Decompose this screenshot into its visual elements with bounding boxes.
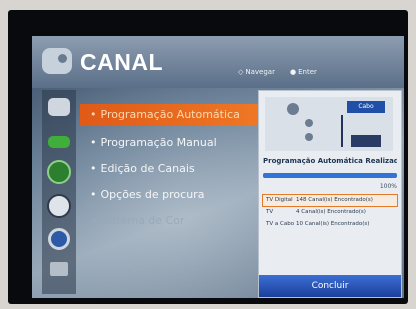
- bullet: •: [90, 188, 97, 201]
- menu-item-label: Opções de procura: [100, 188, 205, 201]
- bullet: •: [90, 214, 97, 227]
- tuning-status: Programação Automática Realizada.: [263, 157, 397, 165]
- enter-hint: ● Enter: [290, 68, 317, 76]
- bullet: •: [90, 136, 97, 149]
- result-source: TV Digital: [266, 197, 293, 203]
- navigate-icon: ◇: [238, 68, 244, 76]
- audio-icon[interactable]: [48, 136, 70, 148]
- options-icon[interactable]: [48, 228, 70, 250]
- menu-item-channel-edit[interactable]: • Edição de Canais: [80, 158, 276, 180]
- result-source: TV a Cabo: [266, 221, 295, 227]
- picture-icon[interactable]: [48, 98, 70, 116]
- cable-box-icon: [351, 135, 381, 147]
- antenna-connection-diagram: Cabo: [265, 97, 393, 151]
- navigate-hint: ◇ Navegar: [238, 68, 275, 76]
- satellite-icon: [42, 48, 72, 74]
- result-text: 10 Canal(is) Encontrado(s): [296, 221, 370, 227]
- settings-sidebar: [42, 90, 76, 294]
- progress-fill: [263, 173, 397, 178]
- antenna-icon: [287, 103, 299, 115]
- menu-item-label: Programação Manual: [100, 136, 217, 149]
- menu-item-label: Programação Automática: [100, 108, 240, 121]
- result-text: 4 Canal(is) Encontrado(s): [296, 209, 366, 215]
- menu-item-auto-tuning[interactable]: • Programação Automática: [80, 104, 276, 126]
- menu-item-label: Sistema de Cor: [100, 214, 185, 227]
- result-row: TV 4 Canal(is) Encontrado(s): [263, 207, 397, 218]
- bullet: •: [90, 108, 97, 121]
- result-text: 148 Canal(is) Encontrado(s): [296, 197, 373, 203]
- page-title: CANAL: [80, 49, 163, 75]
- channel-icon[interactable]: [47, 160, 71, 184]
- menu-item-manual-tuning[interactable]: • Programação Manual: [80, 132, 276, 154]
- time-icon[interactable]: [47, 194, 71, 218]
- tv-bezel: CANAL ◇ Navegar ● Enter • Programação Autom…: [8, 10, 408, 304]
- progress-percent: 100%: [379, 183, 397, 190]
- tv-screen: CANAL ◇ Navegar ● Enter • Programação Autom…: [32, 36, 404, 298]
- menu-item-search-options[interactable]: • Opções de procura: [80, 184, 276, 206]
- auto-tuning-popup: Cabo Programação Automática Realizada. 1…: [258, 90, 402, 298]
- input-icon[interactable]: [50, 262, 68, 276]
- connector-icon: [305, 119, 313, 127]
- menu-item-color-system: • Sistema de Cor: [80, 210, 276, 232]
- navigate-hint-label: Navegar: [245, 68, 275, 76]
- enter-hint-label: Enter: [298, 68, 317, 76]
- result-row: TV a Cabo 10 Canal(is) Encontrado(s): [263, 219, 397, 230]
- menu-item-label: Edição de Canais: [100, 162, 195, 175]
- result-source: TV: [266, 209, 274, 215]
- menu-header: CANAL ◇ Navegar ● Enter: [32, 36, 404, 88]
- connector-icon: [305, 133, 313, 141]
- done-button[interactable]: Concluir: [259, 275, 401, 297]
- enter-icon: ●: [290, 68, 297, 76]
- cable-label: Cabo: [347, 101, 385, 113]
- progress-bar: [263, 173, 397, 178]
- cable-line: [341, 115, 343, 147]
- bullet: •: [90, 162, 97, 175]
- result-row: TV Digital 148 Canal(is) Encontrado(s): [262, 194, 398, 207]
